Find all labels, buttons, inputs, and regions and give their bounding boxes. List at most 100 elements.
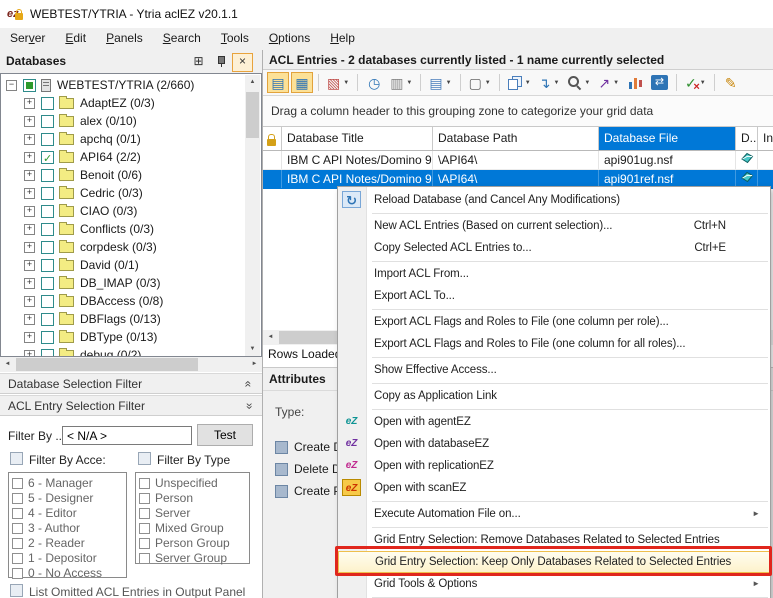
toolbar-sync-view-button[interactable]: ⇄: [648, 72, 671, 93]
option-checkbox[interactable]: [139, 538, 150, 549]
tree-checkbox[interactable]: [41, 259, 54, 272]
tree-item[interactable]: +CIAO (0/3): [1, 202, 245, 220]
context-menu-item[interactable]: Execute Automation File on...►: [338, 503, 770, 525]
option-checkbox[interactable]: [12, 538, 23, 549]
grid-row[interactable]: IBM C API Notes/Domino 9\API64\api901ug.…: [263, 151, 773, 170]
menubar-item-panels[interactable]: Panels: [96, 28, 153, 48]
filter-by-type-checkbox[interactable]: [138, 452, 151, 465]
tree-checkbox[interactable]: [41, 313, 54, 326]
menubar-item-server[interactable]: Server: [0, 28, 55, 48]
scroll-right-arrow[interactable]: ►: [247, 357, 262, 372]
option-checkbox[interactable]: [139, 553, 150, 564]
option-checkbox[interactable]: [139, 523, 150, 534]
filter-value-input[interactable]: [62, 426, 192, 445]
toolbar-chart-view-button[interactable]: [624, 72, 646, 93]
tree-item[interactable]: +David (0/1): [1, 256, 245, 274]
menubar-item-edit[interactable]: Edit: [55, 28, 96, 48]
context-menu-item[interactable]: Open with agentEZeZ: [338, 411, 770, 433]
tree-expander-icon[interactable]: +: [24, 116, 35, 127]
tree-expander-icon[interactable]: +: [24, 296, 35, 307]
entry-type-option[interactable]: Person Group: [136, 536, 249, 551]
menubar-item-options[interactable]: Options: [259, 28, 320, 48]
context-menu-item[interactable]: Copy as Application Link: [338, 385, 770, 407]
context-menu-item[interactable]: New ACL Entries (Based on current select…: [338, 215, 770, 237]
access-level-option[interactable]: 6 - Manager: [9, 476, 126, 491]
option-checkbox[interactable]: [12, 493, 23, 504]
pin-icon[interactable]: [212, 53, 229, 70]
tree-checkbox[interactable]: [41, 331, 54, 344]
tree-checkbox[interactable]: [41, 277, 54, 290]
context-menu-item[interactable]: Export ACL Flags and Roles to File (one …: [338, 333, 770, 355]
context-menu-item[interactable]: Reload Database (and Cancel Any Modifica…: [338, 189, 770, 211]
scroll-left-arrow[interactable]: ◄: [263, 330, 278, 345]
context-menu-item[interactable]: Grid Tools & Options►: [338, 573, 770, 595]
attribute-checkbox-row[interactable]: Create D: [275, 440, 342, 454]
context-menu-item[interactable]: Show Effective Access...: [338, 359, 770, 381]
menubar-item-search[interactable]: Search: [153, 28, 211, 48]
tree-item[interactable]: +Conflicts (0/3): [1, 220, 245, 238]
scroll-up-arrow[interactable]: ▲: [245, 75, 260, 90]
option-checkbox[interactable]: [12, 478, 23, 489]
entry-type-option[interactable]: Server: [136, 506, 249, 521]
tree-item[interactable]: +Benoit (0/6): [1, 166, 245, 184]
option-checkbox[interactable]: [139, 493, 150, 504]
test-button[interactable]: Test: [197, 424, 253, 446]
scrollbar-thumb[interactable]: [16, 358, 198, 371]
grouping-zone[interactable]: Drag a column header to this grouping zo…: [263, 96, 773, 127]
context-menu-item[interactable]: Open with scanEZeZ: [338, 477, 770, 499]
toolbar-row-display-options-button[interactable]: ▤▼: [426, 72, 454, 93]
tree-expander-icon[interactable]: +: [24, 134, 35, 145]
tree-expander-icon[interactable]: +: [24, 188, 35, 199]
toolbar-copy-options-button[interactable]: ▼: [505, 72, 534, 93]
context-menu-item[interactable]: Import ACL From...: [338, 263, 770, 285]
toolbar-import-options-button[interactable]: ↴▼: [536, 72, 563, 93]
toolbar-group-by-button[interactable]: ▧▼: [324, 72, 352, 93]
context-menu-item[interactable]: Copy Selected ACL Entries to...Ctrl+E: [338, 237, 770, 259]
menubar-item-help[interactable]: Help: [320, 28, 365, 48]
tri-state-checkbox[interactable]: [275, 463, 288, 476]
column-header-inh[interactable]: Inh: [758, 127, 773, 150]
access-level-option[interactable]: 2 - Reader: [9, 536, 126, 551]
close-icon[interactable]: ×: [232, 53, 253, 72]
tree-checkbox[interactable]: [41, 169, 54, 182]
tree-item[interactable]: +DBFlags (0/13): [1, 310, 245, 328]
entry-type-option[interactable]: Unspecified: [136, 476, 249, 491]
tree-checkbox[interactable]: [41, 295, 54, 308]
tree-item[interactable]: +API64 (2/2): [1, 148, 245, 166]
tree-item[interactable]: +DBAccess (0/8): [1, 292, 245, 310]
option-checkbox[interactable]: [12, 568, 23, 579]
expand-window-icon[interactable]: ⊞: [190, 53, 207, 70]
toolbar-selection-options-button[interactable]: ▢▼: [466, 72, 494, 93]
scroll-left-arrow[interactable]: ◄: [0, 357, 15, 372]
toolbar-view-entries-flat-button[interactable]: ▤: [267, 72, 289, 93]
context-menu-item[interactable]: Export ACL Flags and Roles to File (one …: [338, 311, 770, 333]
tree-expander-icon[interactable]: +: [24, 350, 35, 358]
database-selection-filter-header[interactable]: Database Selection Filter «: [0, 373, 262, 394]
tri-state-checkbox[interactable]: [275, 485, 288, 498]
tree-horizontal-scrollbar[interactable]: ◄ ►: [0, 357, 262, 372]
tree-expander-icon[interactable]: +: [24, 152, 35, 163]
tree-vertical-scrollbar[interactable]: ▲ ▼: [245, 75, 260, 357]
toolbar-column-options-button[interactable]: ▥▼: [387, 72, 415, 93]
option-checkbox[interactable]: [139, 508, 150, 519]
attribute-checkbox-row[interactable]: Create Pr: [275, 484, 345, 498]
entry-type-option[interactable]: Person: [136, 491, 249, 506]
tree-expander-icon[interactable]: +: [24, 314, 35, 325]
tree-expander-icon[interactable]: +: [24, 206, 35, 217]
toolbar-load-databases-button[interactable]: ◷: [363, 72, 385, 93]
attribute-checkbox-row[interactable]: Delete D: [275, 462, 341, 476]
context-menu-item[interactable]: Grid Entry Selection: Keep Only Database…: [338, 551, 770, 573]
tri-state-checkbox[interactable]: [275, 441, 288, 454]
context-menu-item[interactable]: Open with replicationEZeZ: [338, 455, 770, 477]
tree-expander-icon[interactable]: +: [24, 278, 35, 289]
tree-item[interactable]: +DBType (0/13): [1, 328, 245, 346]
access-level-option[interactable]: 1 - Depositor: [9, 551, 126, 566]
tree-checkbox[interactable]: [41, 187, 54, 200]
tree-expander-icon[interactable]: +: [24, 98, 35, 109]
toolbar-edit-document-button[interactable]: ✎: [720, 72, 742, 93]
tree-checkbox[interactable]: [41, 133, 54, 146]
access-level-option[interactable]: 5 - Designer: [9, 491, 126, 506]
tree-item[interactable]: +apchq (0/1): [1, 130, 245, 148]
tree-checkbox[interactable]: [23, 79, 36, 92]
menubar-item-tools[interactable]: Tools: [211, 28, 259, 48]
